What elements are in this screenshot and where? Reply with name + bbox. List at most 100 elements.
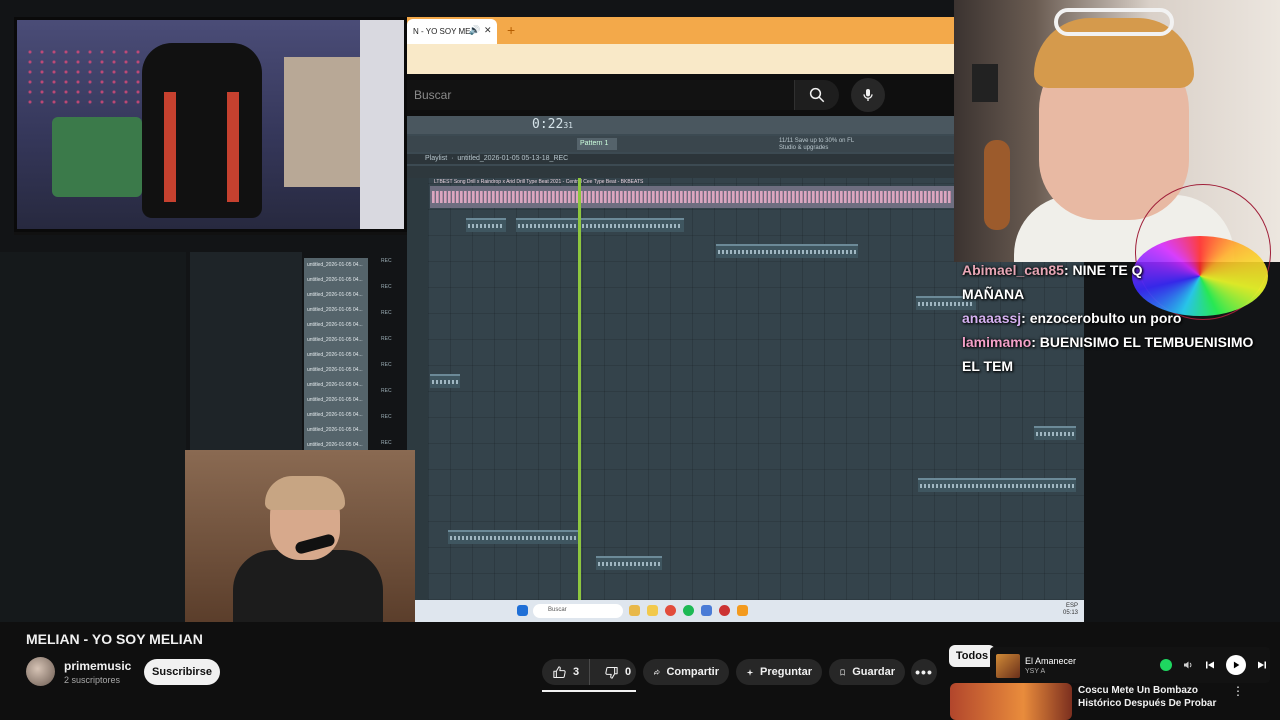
previous-track-icon[interactable] (1204, 659, 1216, 671)
search-icon (809, 87, 825, 103)
daw-audio-clip (430, 374, 460, 388)
daw-file-item: untitled_2026-01-05 04... (304, 378, 368, 393)
video-player[interactable]: untitled_2026-01-05 04... untitled_2026-0… (0, 0, 1280, 622)
daw-file-item: untitled_2026-01-05 04... (304, 408, 368, 423)
ask-button[interactable]: Preguntar (736, 659, 822, 685)
daw-toolbar: 0:2231 Pattern 1 11/11 Save up to 30% on… (407, 116, 954, 178)
chat-message-continued: MAÑANA (962, 286, 1025, 302)
spotify-icon (683, 605, 694, 616)
daw-rec-label: REC (381, 336, 392, 342)
share-arrow-icon (653, 669, 660, 675)
folder-icon (647, 605, 658, 616)
saved-check-icon[interactable] (1160, 659, 1172, 671)
daw-rec-label: REC (381, 414, 392, 420)
thumbs-down-icon (605, 666, 618, 679)
ask-label: Preguntar (760, 666, 812, 678)
room-camera-feed (14, 17, 407, 235)
album-art (996, 654, 1020, 678)
more-actions-button[interactable]: ••• (911, 659, 937, 685)
daw-audio-clip (918, 478, 1076, 492)
more-vertical-icon[interactable]: ⋮ (1232, 684, 1244, 698)
daw-playlist-title: Playlist · untitled_2026-01-05 05-13-18_… (407, 154, 954, 164)
play-icon (1233, 661, 1240, 669)
share-label: Compartir (666, 666, 719, 678)
filter-chip-all[interactable]: Todos (949, 645, 995, 667)
speaker-icon: 🔊 (469, 25, 481, 35)
chat-message-continued: EL TEM (962, 358, 1014, 374)
daw-rec-label: REC (381, 310, 392, 316)
play-button[interactable] (1226, 655, 1246, 675)
recommended-video-title[interactable]: Coscu Mete Un Bombazo Histórico Después … (1078, 684, 1228, 710)
player-controls (1182, 655, 1268, 675)
browser-tab: N - YO SOY ME 🔊 ✕ (407, 19, 497, 44)
daw-rec-label: REC (381, 258, 392, 264)
daw-rec-label: REC (381, 284, 392, 290)
daw-tools: Pattern 1 11/11 Save up to 30% on FL Stud… (407, 136, 954, 152)
subscriber-count: 2 suscriptores (64, 675, 121, 685)
daw-file-item: untitled_2026-01-05 04... (304, 258, 368, 273)
more-horizontal-icon: ••• (915, 664, 933, 680)
producer-camera-feed (185, 450, 415, 622)
captured-browser-tabbar: N - YO SOY ME 🔊 ✕ + (407, 17, 954, 44)
daw-rec-column: REC REC REC REC REC REC REC REC (376, 258, 406, 450)
taskbar-app-icon (701, 605, 712, 616)
daw-timeline-ruler (407, 166, 954, 178)
daw-file-item: untitled_2026-01-05 04... (304, 303, 368, 318)
daw-file-item: untitled_2026-01-05 04... (304, 333, 368, 348)
volume-icon[interactable] (1182, 659, 1194, 671)
stream-chat-overlay: Abimael_can85: NINE TE Q MAÑANA anaaassj… (958, 258, 1280, 378)
daw-audio-clip (466, 218, 506, 232)
daw-file-item: untitled_2026-01-05 04... (304, 288, 368, 303)
search-button (795, 80, 839, 110)
close-icon: ✕ (484, 25, 492, 35)
daw-audio-clip (1034, 426, 1076, 440)
daw-pattern-selector: Pattern 1 (577, 138, 617, 150)
stream-background-panel (0, 252, 186, 622)
daw-audio-clip (596, 556, 662, 570)
chat-message: lamimamo: BUENISIMO EL TEMBUENISIMO (962, 334, 1254, 350)
save-button[interactable]: Guardar (829, 659, 905, 685)
daw-main-audio-clip: LTBEST Song Drill x Raindrop x Arid Dril… (430, 179, 954, 208)
subscribe-button[interactable]: Suscribirse (144, 659, 220, 685)
video-title: MELIAN - YO SOY MELIAN (26, 631, 203, 647)
next-track-icon[interactable] (1256, 659, 1268, 671)
daw-transport: 0:2231 (407, 116, 954, 134)
sparkle-icon (746, 668, 754, 676)
daw-playhead (578, 178, 581, 600)
chat-message: Abimael_can85: NINE TE Q (962, 262, 1143, 278)
like-underline (542, 690, 636, 692)
save-label: Guardar (852, 666, 895, 678)
chrome-icon (665, 605, 676, 616)
bookmark-icon (840, 669, 845, 675)
taskbar-app-icon (629, 605, 640, 616)
dislike-button[interactable]: 0 (596, 659, 631, 685)
daw-audio-clip (580, 218, 684, 232)
taskbar-clock: ESP 05:13 (1062, 603, 1078, 616)
captured-browser-toolbar (407, 44, 954, 74)
share-button[interactable]: Compartir (643, 659, 729, 685)
taskbar-search: Buscar (533, 604, 623, 618)
daw-file-list: untitled_2026-01-05 04... untitled_2026-0… (304, 258, 368, 453)
track-artist: YSY A (1025, 668, 1046, 675)
new-tab-icon: + (507, 22, 516, 38)
daw-browser-panel (190, 252, 302, 450)
dislike-count: 0 (625, 666, 632, 678)
like-button[interactable]: 3 (542, 659, 590, 685)
daw-file-item: untitled_2026-01-05 04... (304, 363, 368, 378)
daw-rec-label: REC (381, 362, 392, 368)
daw-audio-clip (448, 530, 578, 544)
thumbs-up-icon (553, 665, 566, 678)
channel-avatar[interactable] (26, 657, 55, 686)
daw-file-item: untitled_2026-01-05 04... (304, 348, 368, 363)
fl-studio-icon (737, 605, 748, 616)
daw-file-item: untitled_2026-01-05 04... (304, 318, 368, 333)
channel-name[interactable]: primemusic (64, 659, 131, 673)
track-title: El Amanecer (1025, 656, 1077, 666)
captured-search-bar: Buscar (407, 74, 954, 116)
daw-audio-clip (516, 218, 580, 232)
taskbar-app-icon (719, 605, 730, 616)
music-mini-player[interactable]: El Amanecer YSY A (990, 647, 1270, 683)
browser-tab-label: N - YO SOY ME (413, 27, 471, 36)
daw-time-display: 0:2231 (532, 117, 573, 132)
recommended-video-thumbnail[interactable] (950, 683, 1072, 720)
